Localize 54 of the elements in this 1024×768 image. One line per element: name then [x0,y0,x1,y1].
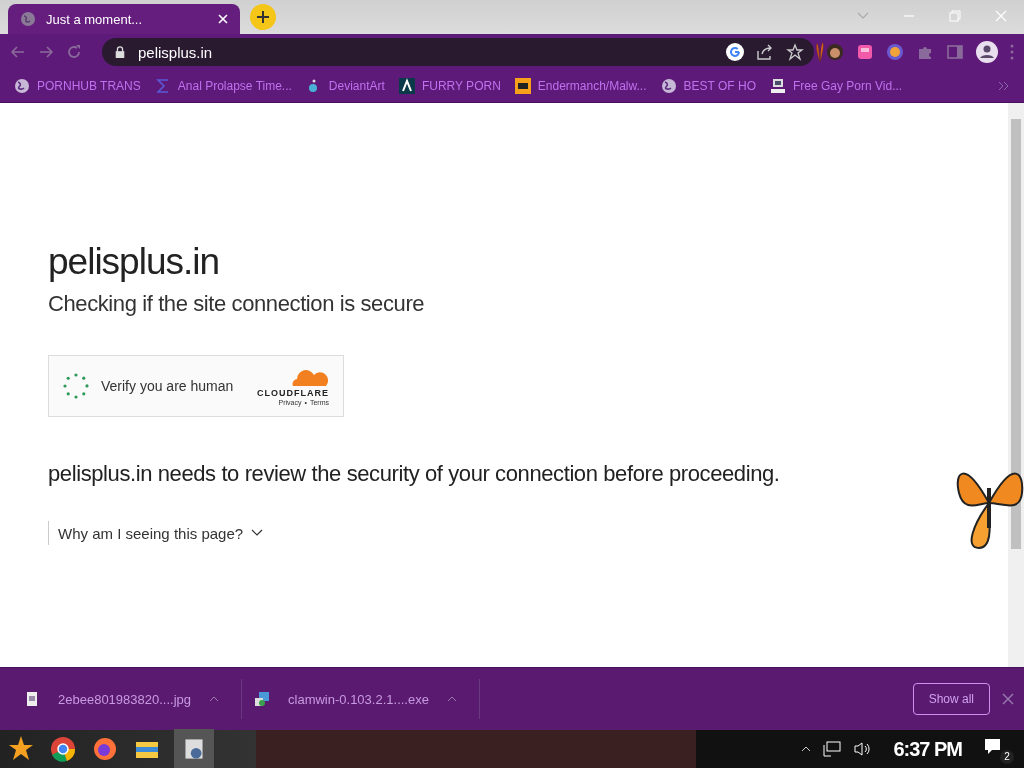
page-heading: pelisplus.in [48,241,221,283]
menu-icon[interactable] [1010,44,1014,60]
forward-icon[interactable] [38,44,54,60]
app-icon[interactable] [174,729,214,768]
extension-icon[interactable] [856,43,874,61]
bookmark-item[interactable]: PORNHUB TRANS [14,78,141,94]
notification-button[interactable]: 2 [984,734,1014,764]
side-panel-icon[interactable] [946,43,964,61]
bookmark-item[interactable]: Free Gay Porn Vid... [770,78,903,94]
speaker-icon[interactable] [853,740,872,758]
brand-name: CLOUDFLARE [257,387,329,398]
bookmark-item[interactable]: BEST OF HO [660,78,756,94]
notification-count: 2 [1000,750,1014,764]
globe-icon [660,78,677,94]
more-bookmarks-icon[interactable] [998,80,1010,92]
download-item[interactable]: clamwin-0.103.2.1....exe [254,691,467,707]
clock[interactable]: 6:37 PM [893,737,962,761]
extension-icon[interactable] [886,43,904,61]
image-file-icon [24,691,40,707]
new-tab-button[interactable] [250,4,276,30]
caret-up-icon[interactable] [801,744,812,754]
scrollbar[interactable] [1008,103,1024,667]
bookmark-item[interactable]: Anal Prolapse Time... [154,78,292,94]
square-logo-icon [514,78,531,94]
chevron-logo-icon [398,78,415,94]
profile-icon[interactable] [976,41,998,63]
message-icon [984,737,1002,755]
download-item[interactable]: 2ebee801983820....jpg [24,691,229,707]
bookmark-item[interactable]: DeviantArt [305,78,385,94]
address-bar[interactable]: pelisplus.in [102,38,814,66]
sigma-icon [154,78,171,94]
google-icon[interactable] [726,43,744,61]
details-expander[interactable]: Why am I seeing this page? [48,521,264,545]
caret-up-icon [209,694,219,704]
lock-icon [114,46,126,58]
chrome-icon[interactable] [48,734,78,764]
share-icon[interactable] [756,43,774,61]
globe-icon [14,78,30,94]
globe-icon [20,11,36,27]
bookmark-item[interactable]: Endermanch/Malw... [514,78,647,94]
avatar-extension-icon[interactable] [826,43,844,61]
spinner-icon [61,371,91,401]
star-icon[interactable] [786,43,804,61]
show-all-button[interactable]: Show all [912,683,990,715]
network-icon[interactable] [823,740,842,758]
installer-icon [254,691,270,707]
computer-icon [770,78,786,94]
bookmark-item[interactable]: FURRY PORN [398,78,501,94]
browser-tab[interactable]: Just a moment... [8,4,240,34]
page-subheading: Checking if the site connection is secure [48,291,426,317]
security-message: pelisplus.in needs to review the security of your connection before proceeding. [48,461,781,487]
caret-up-icon [446,694,457,704]
back-icon[interactable] [10,44,26,60]
reload-icon[interactable] [66,44,82,60]
